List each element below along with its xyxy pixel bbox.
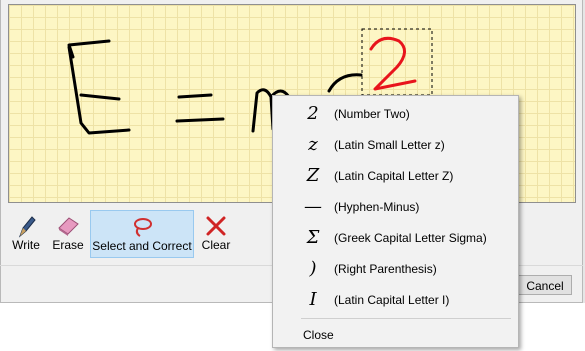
clear-x-icon bbox=[196, 214, 236, 236]
erase-button[interactable]: Erase bbox=[48, 210, 88, 258]
menu-item-hyphen-minus[interactable]: — (Hyphen-Minus) bbox=[274, 192, 517, 223]
menu-item-glyph: ) bbox=[309, 258, 317, 279]
menu-item-desc: (Right Parenthesis) bbox=[334, 262, 437, 276]
cancel-button[interactable]: Cancel bbox=[518, 275, 572, 295]
menu-item-right-parenthesis[interactable]: ) (Right Parenthesis) bbox=[274, 254, 517, 285]
menu-item-desc: (Latin Small Letter z) bbox=[334, 138, 445, 152]
menu-item-sigma[interactable]: Σ (Greek Capital Letter Sigma) bbox=[274, 223, 517, 254]
menu-separator bbox=[301, 318, 511, 319]
lasso-icon bbox=[91, 215, 193, 237]
menu-item-glyph: Σ bbox=[306, 227, 320, 248]
menu-item-desc: (Latin Capital Letter Z) bbox=[334, 169, 454, 183]
menu-item-latin-small-z[interactable]: z (Latin Small Letter z) bbox=[274, 130, 517, 161]
menu-item-number-two[interactable]: 2 (Number Two) bbox=[274, 99, 517, 130]
pen-icon bbox=[6, 214, 46, 238]
write-label: Write bbox=[12, 238, 40, 252]
menu-item-glyph: I bbox=[309, 289, 317, 310]
menu-item-glyph: — bbox=[304, 196, 322, 217]
menu-item-desc: (Number Two) bbox=[334, 107, 410, 121]
clear-button[interactable]: Clear bbox=[196, 210, 236, 258]
eraser-icon bbox=[48, 214, 88, 236]
menu-item-desc: (Latin Capital Letter I) bbox=[334, 293, 450, 307]
menu-item-desc: (Hyphen-Minus) bbox=[334, 200, 420, 214]
select-and-correct-button[interactable]: Select and Correct bbox=[90, 210, 194, 258]
correction-menu: 2 (Number Two) z (Latin Small Letter z) … bbox=[272, 95, 519, 348]
menu-close-item[interactable]: Close bbox=[303, 328, 334, 342]
erase-label: Erase bbox=[52, 238, 84, 252]
write-button[interactable]: Write bbox=[6, 210, 46, 258]
menu-item-latin-capital-i[interactable]: I (Latin Capital Letter I) bbox=[274, 285, 517, 316]
menu-item-glyph: 2 bbox=[307, 103, 319, 124]
select-and-correct-label: Select and Correct bbox=[92, 239, 192, 253]
menu-item-desc: (Greek Capital Letter Sigma) bbox=[334, 231, 487, 245]
clear-label: Clear bbox=[201, 238, 231, 252]
menu-item-glyph: z bbox=[308, 134, 318, 155]
menu-item-latin-capital-z[interactable]: Z (Latin Capital Letter Z) bbox=[274, 161, 517, 192]
menu-item-glyph: Z bbox=[306, 165, 320, 186]
